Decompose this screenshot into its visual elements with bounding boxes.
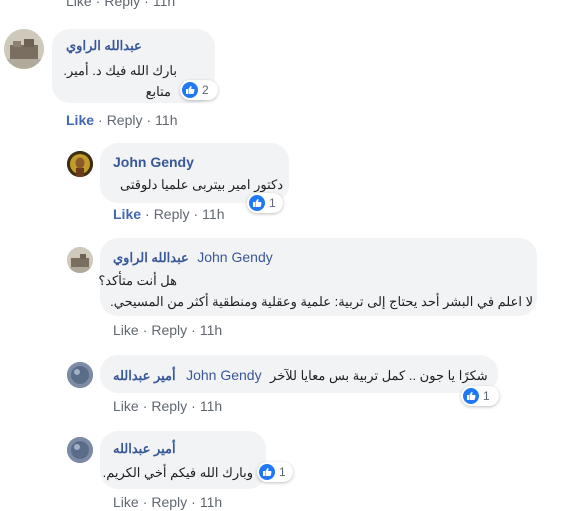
comment-text: هل أنت متأكد؟ [98,273,177,288]
comment-header: أمير عبدالله John Gendy شكرًا يا جون .. … [113,367,488,385]
comment-actions: Like · Reply · 11h [113,398,223,414]
like-link[interactable]: Like [66,112,94,128]
reaction-count[interactable]: 2 [180,80,218,100]
top-comment-actions: Like · Reply · 11h [66,0,175,9]
reply-link[interactable]: Reply [151,398,187,414]
comment-actions: Like · Reply · 11h [113,206,225,222]
thumbs-up-icon [249,195,265,211]
reply-link[interactable]: Reply [151,322,187,338]
timestamp[interactable]: 11h [200,322,222,338]
reaction-count[interactable]: 1 [247,193,283,213]
comment-author[interactable]: عبدالله الراوي [66,38,142,54]
mention-link[interactable]: John Gendy [186,367,262,383]
avatar[interactable] [67,151,93,177]
like-link[interactable]: Like [113,322,139,338]
comment-text: وبارك الله فيكم أخي الكريم. [102,465,253,480]
thumbs-up-icon [182,82,198,98]
comment-author[interactable]: أمير عبدالله [113,441,176,457]
like-link[interactable]: Like [66,0,92,9]
timestamp[interactable]: 11h [155,112,177,128]
mention-link[interactable]: John Gendy [197,249,273,265]
comment-actions: Like · Reply · 11h [113,322,223,338]
reaction-count[interactable]: 1 [257,462,293,482]
comment-actions: Like · Reply · 11h [66,112,178,128]
timestamp[interactable]: 11h [202,206,224,222]
avatar[interactable] [67,247,93,273]
comment-author[interactable]: عبدالله الراوي [113,250,189,266]
comment-author[interactable]: John Gendy [113,154,194,170]
thumbs-up-icon [463,388,479,404]
avatar[interactable] [67,437,93,463]
avatar[interactable] [67,362,93,388]
like-link[interactable]: Like [113,206,141,222]
reply-link[interactable]: Reply [107,112,143,128]
comment-text: .لا اعلم في البشر أحد يحتاج إلى تربية: ع… [110,294,533,309]
comment-text: بارك الله فيك د. أمير. [63,63,177,78]
reaction-count[interactable]: 1 [461,386,499,406]
like-link[interactable]: Like [113,494,139,510]
avatar[interactable] [4,29,44,69]
comment-text: شكرًا يا جون .. كمل تربية بس معايا للآخر [270,368,488,383]
reply-link[interactable]: Reply [154,206,190,222]
timestamp[interactable]: 11h [153,0,175,9]
comment-header: عبدالله الراوي John Gendy [113,249,273,267]
comment-text: دكتور امير بيتربى علميا دلوقتى [119,177,283,192]
reply-link[interactable]: Reply [151,494,187,510]
comment-actions: Like · Reply · 11h [113,494,223,510]
timestamp[interactable]: 11h [200,398,222,414]
reply-link[interactable]: Reply [104,0,140,9]
timestamp[interactable]: 11h [200,494,222,510]
like-link[interactable]: Like [113,398,139,414]
comment-text: متابع [145,84,171,99]
thumbs-up-icon [259,464,275,480]
comment-author[interactable]: أمير عبدالله [113,368,176,384]
